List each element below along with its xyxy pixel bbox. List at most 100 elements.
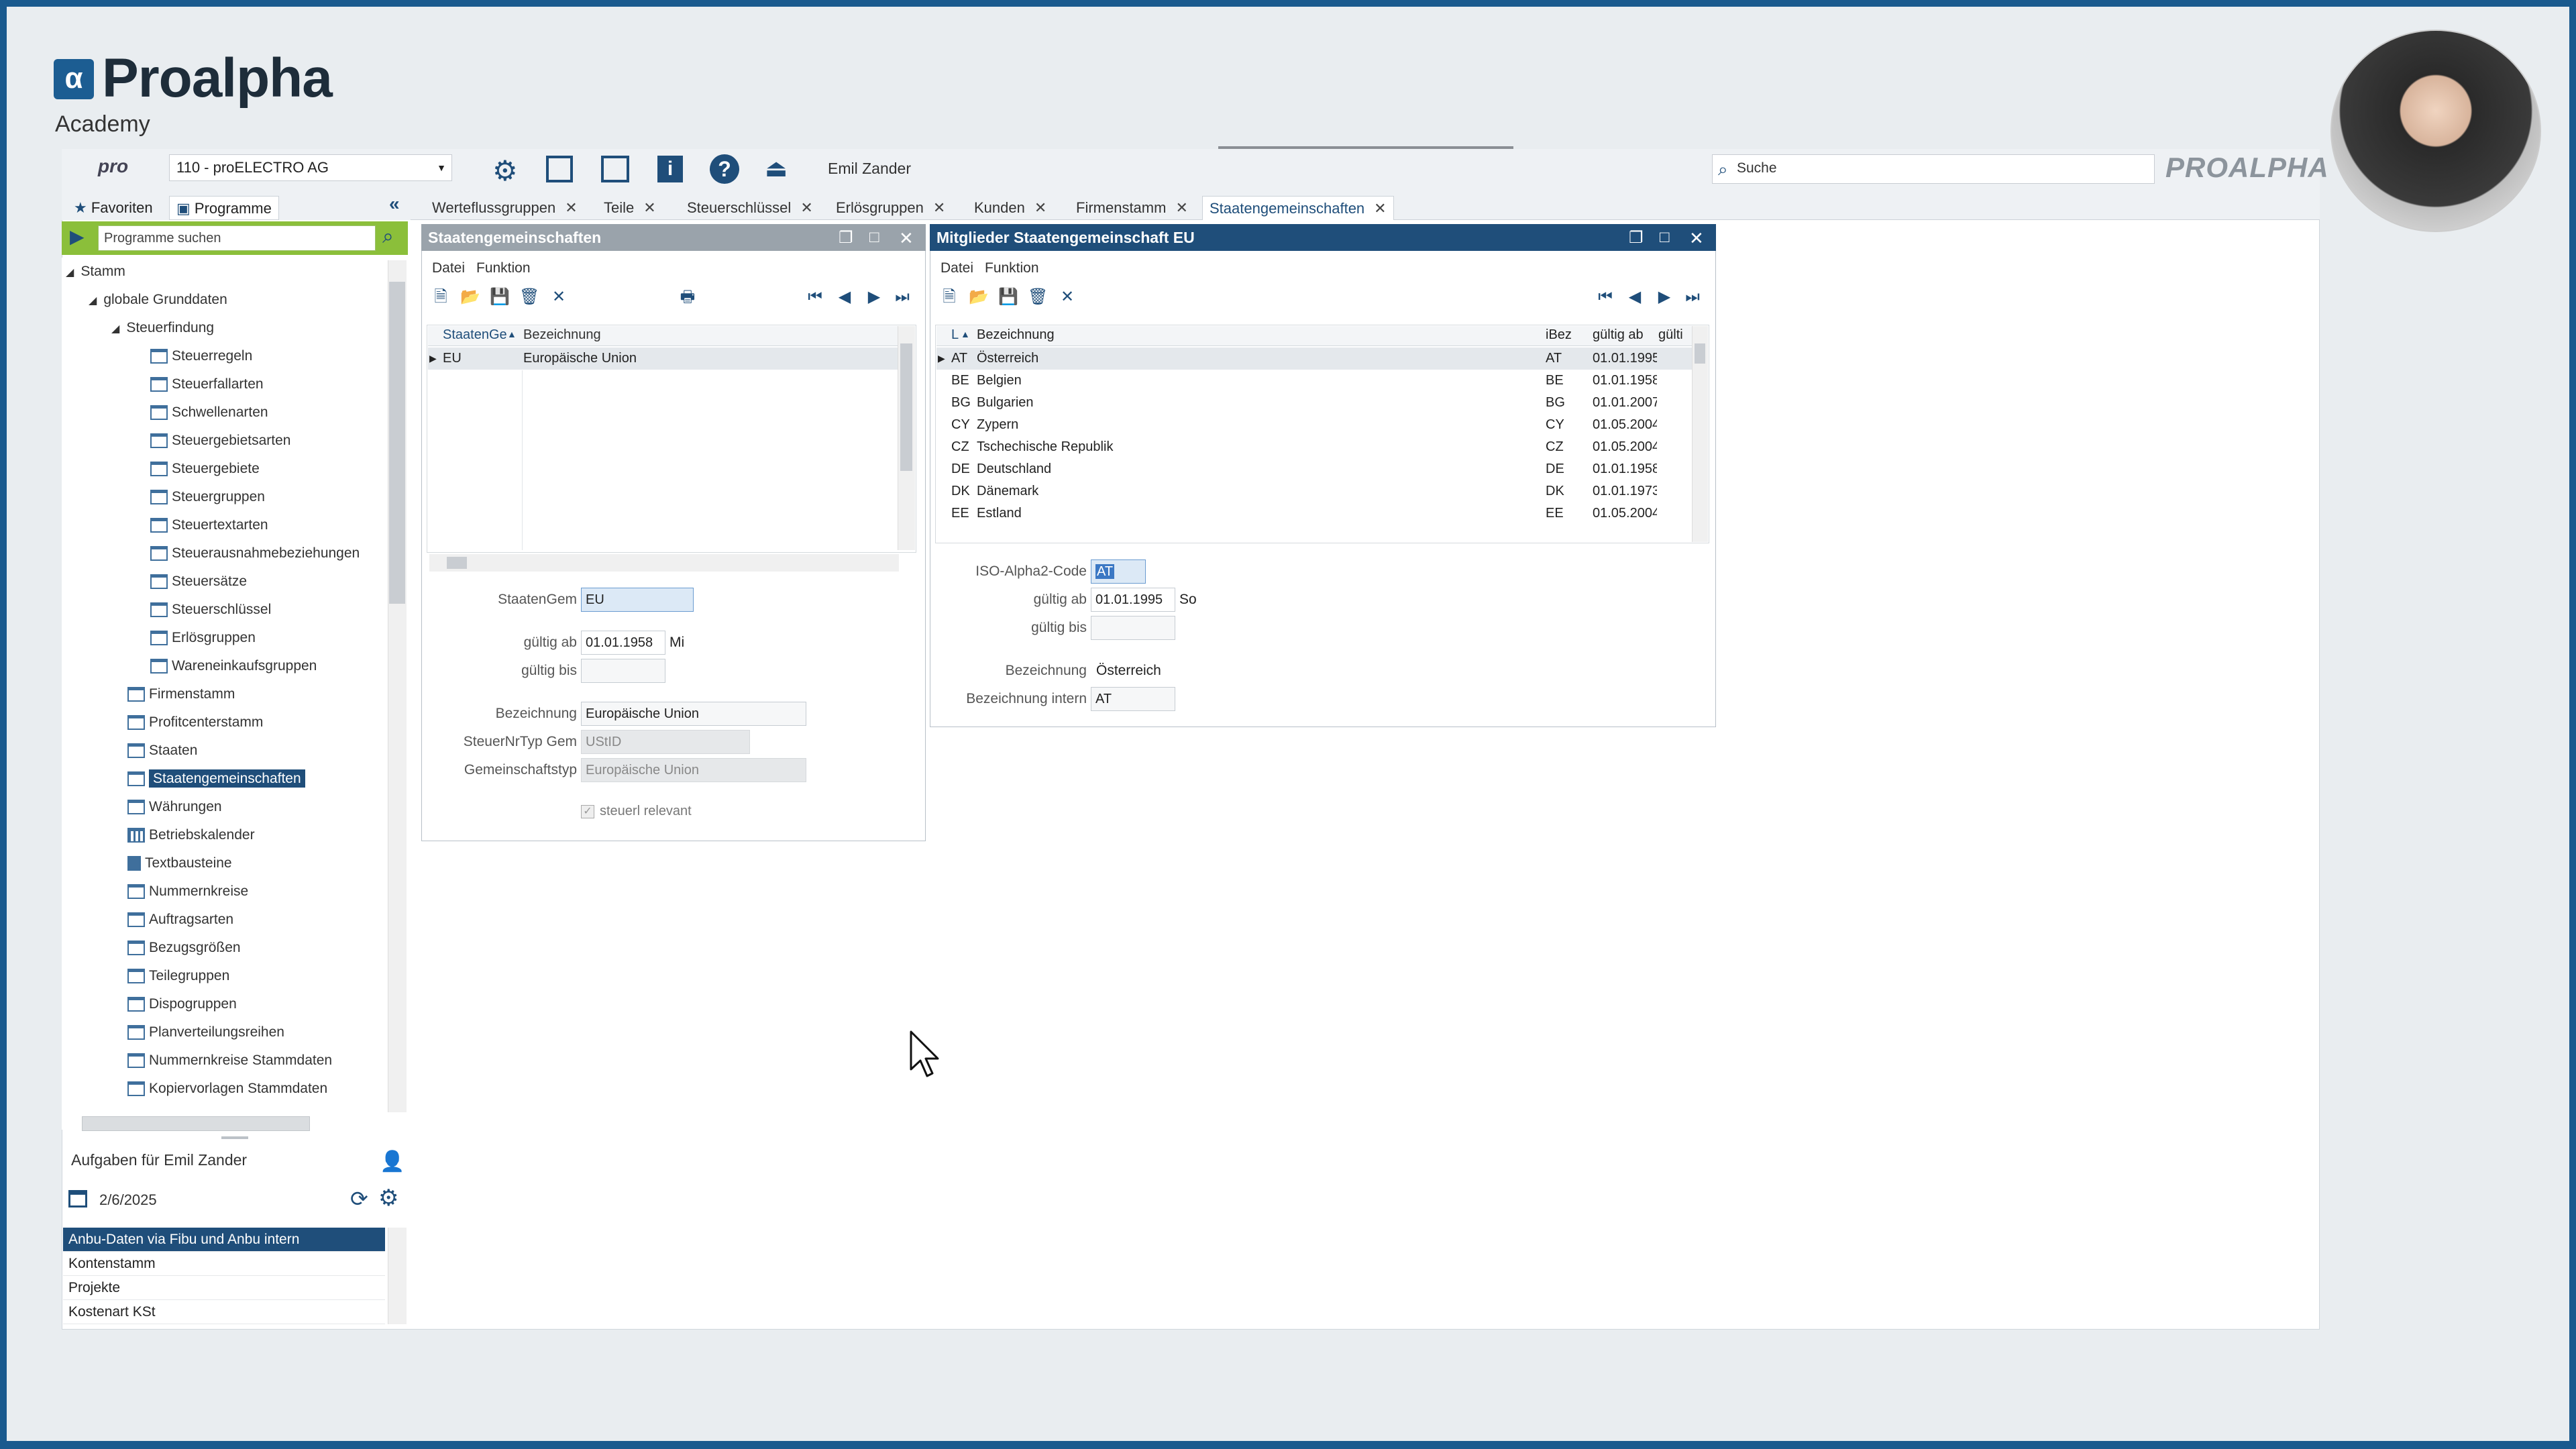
tree-item-teilegruppen[interactable]: Teilegruppen — [127, 965, 229, 987]
menu-funktion[interactable]: Funktion — [476, 260, 531, 276]
open-folder-icon[interactable]: 📂 — [460, 287, 480, 307]
grid-hscroll[interactable] — [429, 554, 899, 572]
next-record-icon[interactable]: ▶ — [1654, 287, 1674, 307]
run-play-icon[interactable]: ▶ — [70, 225, 85, 248]
expand-icon[interactable]: ◢ — [89, 295, 97, 307]
help-icon[interactable]: ? — [710, 154, 739, 184]
tree-item-steuerausnahmebeziehungen[interactable]: Steuerausnahmebeziehungen — [150, 542, 360, 565]
internal-name-field[interactable]: AT — [1091, 687, 1175, 711]
tree-item-steuerregeln[interactable]: Steuerregeln — [150, 345, 252, 368]
column-header-valid-from[interactable]: gültig ab — [1593, 327, 1644, 343]
cancel-icon[interactable]: ✕ — [1057, 287, 1077, 307]
table-row[interactable]: DE Deutschland DE 01.01.1958 — [936, 458, 1692, 480]
save-icon[interactable]: 💾 — [998, 287, 1018, 307]
menu-funktion[interactable]: Funktion — [985, 260, 1039, 276]
tree-item-steuertextarten[interactable]: Steuertextarten — [150, 514, 268, 537]
close-icon[interactable]: ✕ — [800, 199, 812, 216]
info-icon[interactable]: i — [657, 156, 683, 182]
first-record-icon[interactable]: ⏮ — [805, 287, 825, 307]
delete-icon[interactable]: 🗑 — [519, 287, 539, 307]
tree-item-textbausteine[interactable]: Textbausteine — [127, 852, 232, 875]
open-folder-icon[interactable]: 📂 — [969, 287, 989, 307]
table-row[interactable]: EE Estland EE 01.05.2004 — [936, 502, 1692, 525]
print-icon[interactable]: 🖶 — [678, 287, 698, 307]
grid-scroll-thumb[interactable] — [1695, 343, 1705, 364]
cancel-icon[interactable]: ✕ — [549, 287, 569, 307]
community-name-field[interactable]: Europäische Union — [581, 702, 806, 726]
tree-item-schwellenarten[interactable]: Schwellenarten — [150, 401, 268, 424]
column-header-code[interactable]: StaatenGe — [443, 327, 507, 343]
community-code-field[interactable]: EU — [581, 588, 694, 612]
tree-item-firmenstamm[interactable]: Firmenstamm — [127, 683, 235, 706]
valid-from-field[interactable]: 01.01.1958 — [581, 631, 665, 655]
tree-node-steuerfindung[interactable]: ◢ Steuerfindung — [111, 317, 214, 339]
prev-record-icon[interactable]: ◀ — [835, 287, 855, 307]
column-header-code[interactable]: L — [951, 327, 959, 343]
close-icon[interactable]: ✕ — [1689, 228, 1704, 249]
new-document-icon[interactable]: 🗎 — [431, 287, 451, 307]
settings-gear-icon[interactable]: ⚙ — [492, 154, 518, 187]
layout-columns-icon[interactable] — [546, 156, 573, 182]
close-icon[interactable]: ✕ — [1175, 199, 1187, 216]
gear-icon[interactable]: ⚙ — [378, 1185, 398, 1212]
program-search-input[interactable]: Programme suchen — [98, 225, 376, 251]
tree-item-staaten[interactable]: Staaten — [127, 739, 197, 762]
sidebar-tab-favorites[interactable]: ★ Favoriten — [67, 196, 160, 220]
tree-item-profitcenterstamm[interactable]: Profitcenterstamm — [127, 711, 263, 734]
restore-window-icon[interactable]: ❐ — [839, 228, 853, 248]
column-header-valid-to[interactable]: gülti — [1658, 327, 1683, 343]
close-icon[interactable]: ✕ — [1034, 199, 1046, 216]
task-item[interactable]: Anbu-Daten via Fibu und Anbu intern — [63, 1228, 385, 1252]
close-icon[interactable]: ✕ — [643, 199, 655, 216]
tree-item-waehrungen[interactable]: Währungen — [127, 796, 222, 818]
menu-datei[interactable]: Datei — [432, 260, 465, 276]
save-icon[interactable]: 💾 — [490, 287, 510, 307]
tree-item-steuergebiete[interactable]: Steuergebiete — [150, 458, 260, 480]
maximize-icon[interactable]: □ — [869, 228, 879, 247]
logout-icon[interactable]: ⏏ — [765, 154, 788, 182]
tab-erloesgruppen[interactable]: Erlösgruppen ✕ — [829, 196, 952, 220]
table-row[interactable]: ▶ EU Europäische Union — [428, 347, 898, 370]
table-row[interactable]: BG Bulgarien BG 01.01.2007 — [936, 392, 1692, 414]
tree-item-bezugsgroessen[interactable]: Bezugsgrößen — [127, 936, 241, 959]
tree-item-steuergruppen[interactable]: Steuergruppen — [150, 486, 265, 508]
tree-item-nummernkreise-stammdaten[interactable]: Nummernkreise Stammdaten — [127, 1049, 332, 1072]
tree-item-planverteilungsreihen[interactable]: Planverteilungsreihen — [127, 1021, 284, 1044]
tab-werteflussgruppen[interactable]: Werteflussgruppen ✕ — [425, 196, 584, 220]
tab-firmenstamm[interactable]: Firmenstamm ✕ — [1069, 196, 1195, 220]
new-document-icon[interactable]: 🗎 — [939, 287, 959, 307]
restore-window-icon[interactable]: ❐ — [1629, 228, 1644, 248]
valid-to-field[interactable] — [1091, 616, 1175, 640]
table-row[interactable]: ▶ AT Österreich AT 01.01.1995 — [936, 347, 1692, 370]
grid-hscroll-thumb[interactable] — [447, 557, 467, 569]
tree-item-kopiervorlagen-stammdaten[interactable]: Kopiervorlagen Stammdaten — [127, 1077, 327, 1100]
column-header-name[interactable]: Bezeichnung — [523, 327, 601, 343]
column-header-ibez[interactable]: iBez — [1546, 327, 1572, 343]
tree-scroll-thumb[interactable] — [389, 282, 405, 604]
task-item[interactable]: Projekte — [63, 1276, 385, 1300]
last-record-icon[interactable]: ⏭ — [892, 287, 912, 307]
menu-datei[interactable]: Datei — [941, 260, 973, 276]
task-item[interactable]: Kostenart KSt — [63, 1300, 385, 1324]
tab-steuerschluessel[interactable]: Steuerschlüssel ✕ — [680, 196, 820, 220]
close-icon[interactable]: ✕ — [1374, 200, 1386, 217]
tax-type-select[interactable]: UStID — [581, 730, 750, 754]
tree-item-steuerschluessel[interactable]: Steuerschlüssel — [150, 598, 271, 621]
table-row[interactable]: CY Zypern CY 01.05.2004 — [936, 414, 1692, 436]
delete-icon[interactable]: 🗑 — [1028, 287, 1048, 307]
sidebar-tab-programs[interactable]: ▣ Programme — [169, 196, 279, 220]
close-icon[interactable]: ✕ — [899, 228, 914, 249]
tree-node-globale-grunddaten[interactable]: ◢ globale Grunddaten — [89, 288, 227, 311]
table-row[interactable]: DK Dänemark DK 01.01.1973 — [936, 480, 1692, 502]
column-header-name[interactable]: Bezeichnung — [977, 327, 1055, 343]
close-icon[interactable]: ✕ — [565, 199, 577, 216]
refresh-icon[interactable]: ⟳ — [350, 1186, 368, 1212]
last-record-icon[interactable]: ⏭ — [1682, 287, 1703, 307]
user-icon[interactable]: 👤 — [380, 1150, 405, 1173]
task-item[interactable]: Kontenstamm — [63, 1252, 385, 1276]
expand-icon[interactable]: ◢ — [66, 267, 74, 278]
tree-item-steuersaetze[interactable]: Steuersätze — [150, 570, 247, 593]
first-record-icon[interactable]: ⏮ — [1595, 287, 1615, 307]
tree-item-steuergebietsarten[interactable]: Steuergebietsarten — [150, 429, 290, 452]
tree-item-dispogruppen[interactable]: Dispogruppen — [127, 993, 237, 1016]
